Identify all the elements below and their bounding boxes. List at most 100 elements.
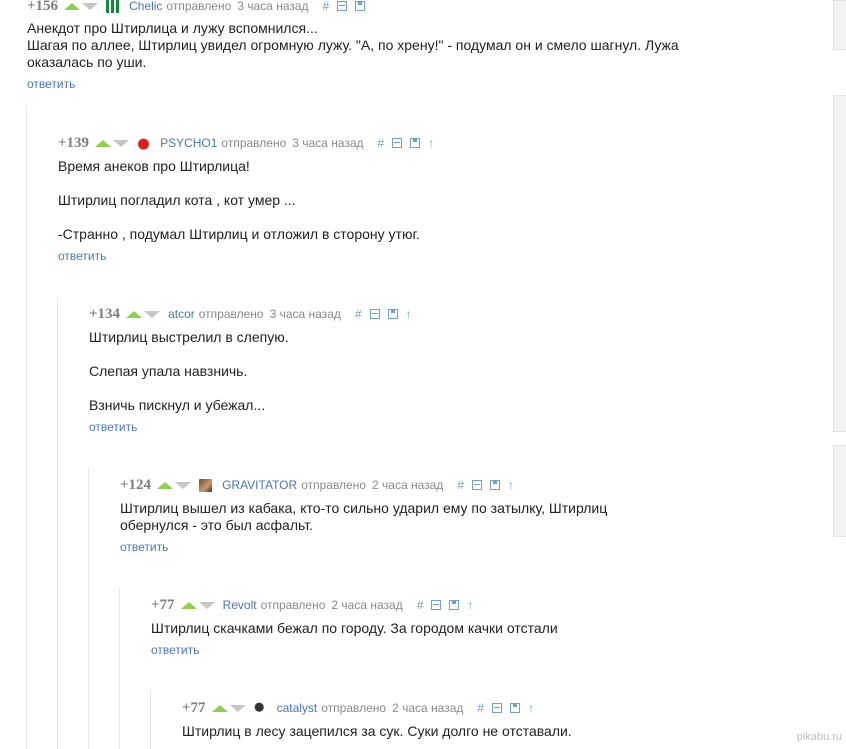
parent-arrow-icon[interactable]: ↑ [428, 137, 434, 149]
comment-text-line: Шагая по аллее, Штирлиц увидел огромную … [27, 37, 679, 70]
vote-up-icon[interactable] [126, 310, 143, 318]
parent-arrow-icon[interactable]: ↑ [467, 599, 473, 611]
comment-rating: +124 [120, 476, 152, 493]
save-icon[interactable] [449, 600, 460, 610]
collapse-icon[interactable] [392, 138, 403, 148]
vote-down-icon[interactable] [175, 481, 192, 489]
save-icon[interactable] [355, 1, 366, 11]
sent-label: отправлено [321, 701, 387, 715]
parent-arrow-icon[interactable]: ↑ [508, 479, 514, 491]
reply-link[interactable]: ответить [27, 77, 75, 91]
comment-text-line: Слепая упала навзничь. [89, 363, 248, 379]
comment-username[interactable]: Revolt [223, 598, 257, 612]
sent-label: отправлено [198, 307, 264, 321]
vote-up-icon[interactable] [180, 601, 197, 609]
permalink-icon[interactable]: # [378, 137, 385, 149]
comment-time[interactable]: 2 часа назад [392, 701, 463, 715]
scrollbar-tab[interactable] [833, 0, 846, 50]
comment-rating: +77 [182, 699, 206, 716]
comment-text-line: Штирлиц в лесу зацепился за сук. Суки до… [182, 723, 572, 739]
parent-arrow-icon[interactable]: ↑ [528, 702, 534, 714]
sent-label: отправлено [260, 598, 326, 612]
vote-down-icon[interactable] [113, 139, 130, 147]
thread-line [57, 297, 58, 749]
avatar-icon[interactable] [137, 136, 151, 150]
reply-link[interactable]: ответить [89, 420, 137, 434]
collapse-icon[interactable] [369, 309, 380, 319]
save-icon[interactable] [490, 480, 500, 490]
sent-label: отправлено [301, 478, 367, 492]
comment-username[interactable]: GRAVITATOR [222, 478, 297, 492]
comment-username[interactable]: atcor [168, 307, 195, 321]
comment-time[interactable]: 3 часа назад [237, 0, 308, 13]
collapse-icon[interactable] [337, 1, 348, 11]
collapse-icon[interactable] [431, 600, 442, 610]
thread-line [26, 105, 27, 749]
comment-time[interactable]: 2 часа назад [331, 598, 402, 612]
comment-meta: +124 GRAVITATOR отправлено 2 часа назад … [120, 476, 720, 494]
comment-meta: +134 atcor отправлено 3 часа назад # ↑ [89, 305, 799, 323]
reply-link[interactable]: ответить [58, 249, 106, 263]
vote-up-icon[interactable] [211, 704, 228, 712]
scrollbar-tab[interactable] [833, 445, 846, 537]
thread-line [150, 690, 151, 749]
comment-body: Штирлиц в лесу зацепился за сук. Суки до… [182, 723, 782, 740]
permalink-icon[interactable]: # [417, 599, 424, 611]
save-icon[interactable] [387, 309, 398, 319]
comment-body: Штирлиц вышел из кабака, кто-то сильно у… [120, 500, 640, 534]
collapse-icon[interactable] [472, 480, 482, 490]
thread-line [119, 588, 120, 749]
comment-rating: +156 [27, 0, 59, 14]
comment-body: Анекдот про Штирлица и лужу вспомнился..… [27, 20, 807, 71]
vote-down-icon[interactable] [198, 601, 215, 609]
comment-meta: +156 Chelic отправлено 3 часа назад # [27, 0, 807, 15]
comment-body: Штирлиц выстрелил в слепую. Слепая упала… [89, 329, 799, 414]
watermark: pikabu.ru [796, 731, 842, 743]
permalink-icon[interactable]: # [323, 0, 330, 12]
comment-meta: +77 catalyst отправлено 2 часа назад # ↑ [182, 699, 782, 717]
vote-down-icon[interactable] [144, 310, 161, 318]
comment: +124 GRAVITATOR отправлено 2 часа назад … [120, 476, 720, 556]
comment-body: Штирлиц скачками бежал по городу. За гор… [151, 620, 791, 637]
reply-link[interactable]: ответить [151, 643, 199, 657]
collapse-icon[interactable] [492, 703, 503, 713]
scrollbar-tab[interactable] [833, 95, 846, 432]
sent-label: отправлено [166, 0, 232, 13]
comment-rating: +77 [151, 596, 175, 613]
comment-text-line: Штирлиц скачками бежал по городу. За гор… [151, 620, 558, 636]
sent-label: отправлено [221, 136, 287, 150]
vote-up-icon[interactable] [157, 481, 174, 489]
comment-meta: +77 Revolt отправлено 2 часа назад # ↑ [151, 596, 791, 614]
comment-text-line: Взничь пискнул и убежал... [89, 397, 266, 413]
comment-text-line: Время анеков про Штирлица! [58, 158, 250, 174]
comment-rating: +134 [89, 305, 121, 322]
comment-rating: +139 [58, 134, 90, 151]
comment: +134 atcor отправлено 3 часа назад # ↑ Ш… [89, 305, 799, 436]
comment-time[interactable]: 2 часа назад [372, 478, 443, 492]
vote-up-icon[interactable] [95, 139, 112, 147]
avatar-icon[interactable] [253, 701, 267, 715]
vote-down-icon[interactable] [229, 704, 246, 712]
comment-text-line: Анекдот про Штирлица и лужу вспомнился..… [27, 20, 318, 36]
comment-text-line: -Странно , подумал Штирлиц и отложил в с… [58, 226, 420, 242]
comment-username[interactable]: catalyst [277, 701, 318, 715]
reply-link[interactable]: ответить [120, 540, 168, 554]
comment: +77 catalyst отправлено 2 часа назад # ↑… [182, 699, 782, 740]
comment: +77 Revolt отправлено 2 часа назад # ↑ Ш… [151, 596, 791, 659]
parent-arrow-icon[interactable]: ↑ [406, 308, 412, 320]
comment-time[interactable]: 3 часа назад [292, 136, 363, 150]
save-icon[interactable] [410, 138, 421, 148]
permalink-icon[interactable]: # [477, 702, 484, 714]
avatar-icon[interactable] [106, 0, 120, 13]
vote-down-icon[interactable] [82, 2, 99, 10]
save-icon[interactable] [510, 703, 521, 713]
comment-time[interactable]: 3 часа назад [270, 307, 341, 321]
permalink-icon[interactable]: # [355, 308, 362, 320]
vote-up-icon[interactable] [64, 2, 81, 10]
comment-text-line: Штирлиц вышел из кабака, кто-то сильно у… [120, 500, 608, 533]
permalink-icon[interactable]: # [457, 479, 464, 491]
avatar-icon[interactable] [199, 478, 213, 492]
comment: +139 PSYCHO1 отправлено 3 часа назад # ↑… [58, 134, 798, 265]
comment-username[interactable]: PSYCHO1 [160, 136, 217, 150]
comment-username[interactable]: Chelic [129, 0, 162, 13]
